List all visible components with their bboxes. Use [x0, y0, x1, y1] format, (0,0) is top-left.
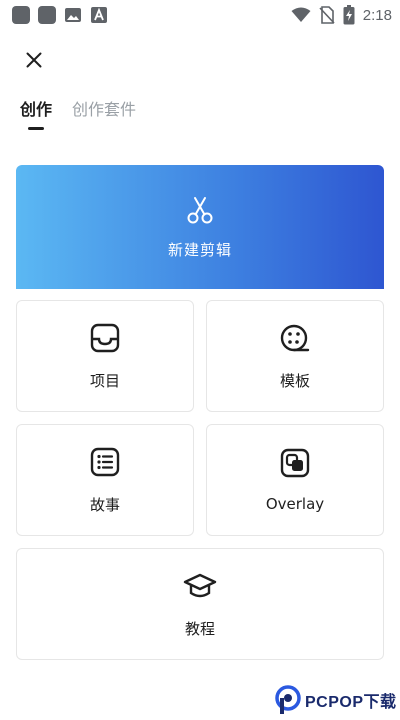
- close-icon: [26, 52, 42, 68]
- overlay-card[interactable]: Overlay: [206, 424, 384, 536]
- watermark: PCPOP下载: [275, 680, 400, 720]
- tab-label: 创作套件: [72, 100, 137, 119]
- battery-charging-icon: [343, 5, 355, 25]
- new-edit-button[interactable]: 新建剪辑: [16, 165, 384, 289]
- projects-card[interactable]: 项目: [16, 300, 194, 412]
- card-label: 模板: [279, 371, 310, 390]
- image-icon: [65, 8, 81, 22]
- tab-create[interactable]: 创作: [20, 96, 52, 130]
- wifi-icon: [291, 7, 311, 22]
- scissors-icon: [187, 196, 213, 223]
- tab-indicator: [28, 127, 44, 130]
- new-edit-label: 新建剪辑: [167, 240, 232, 259]
- card-label: 项目: [89, 371, 120, 390]
- tab-create-suite[interactable]: 创作套件: [72, 96, 136, 130]
- close-button[interactable]: [20, 46, 48, 74]
- app-icon: [12, 6, 30, 24]
- watermark-text: PCPOP下载: [305, 694, 397, 711]
- overlay-icon: [280, 448, 310, 478]
- app-icon: [38, 6, 56, 24]
- card-label: 教程: [184, 619, 215, 638]
- card-label: Overlay: [265, 495, 325, 513]
- no-sim-icon: [319, 6, 335, 24]
- tab-label: 创作: [20, 100, 53, 119]
- tab-bar: 创作 创作套件: [20, 96, 136, 130]
- pcpop-logo-icon: [275, 685, 301, 714]
- clock: 2:18: [362, 6, 392, 24]
- card-label: 故事: [89, 495, 120, 514]
- status-bar: 2:18: [0, 0, 400, 30]
- tutorials-card[interactable]: 教程: [16, 548, 384, 660]
- font-icon: [91, 7, 107, 23]
- list-icon: [90, 447, 120, 476]
- graduation-cap-icon: [183, 573, 217, 597]
- templates-card[interactable]: 模板: [206, 300, 384, 412]
- inbox-icon: [90, 323, 120, 352]
- film-reel-icon: [280, 324, 310, 351]
- stories-card[interactable]: 故事: [16, 424, 194, 536]
